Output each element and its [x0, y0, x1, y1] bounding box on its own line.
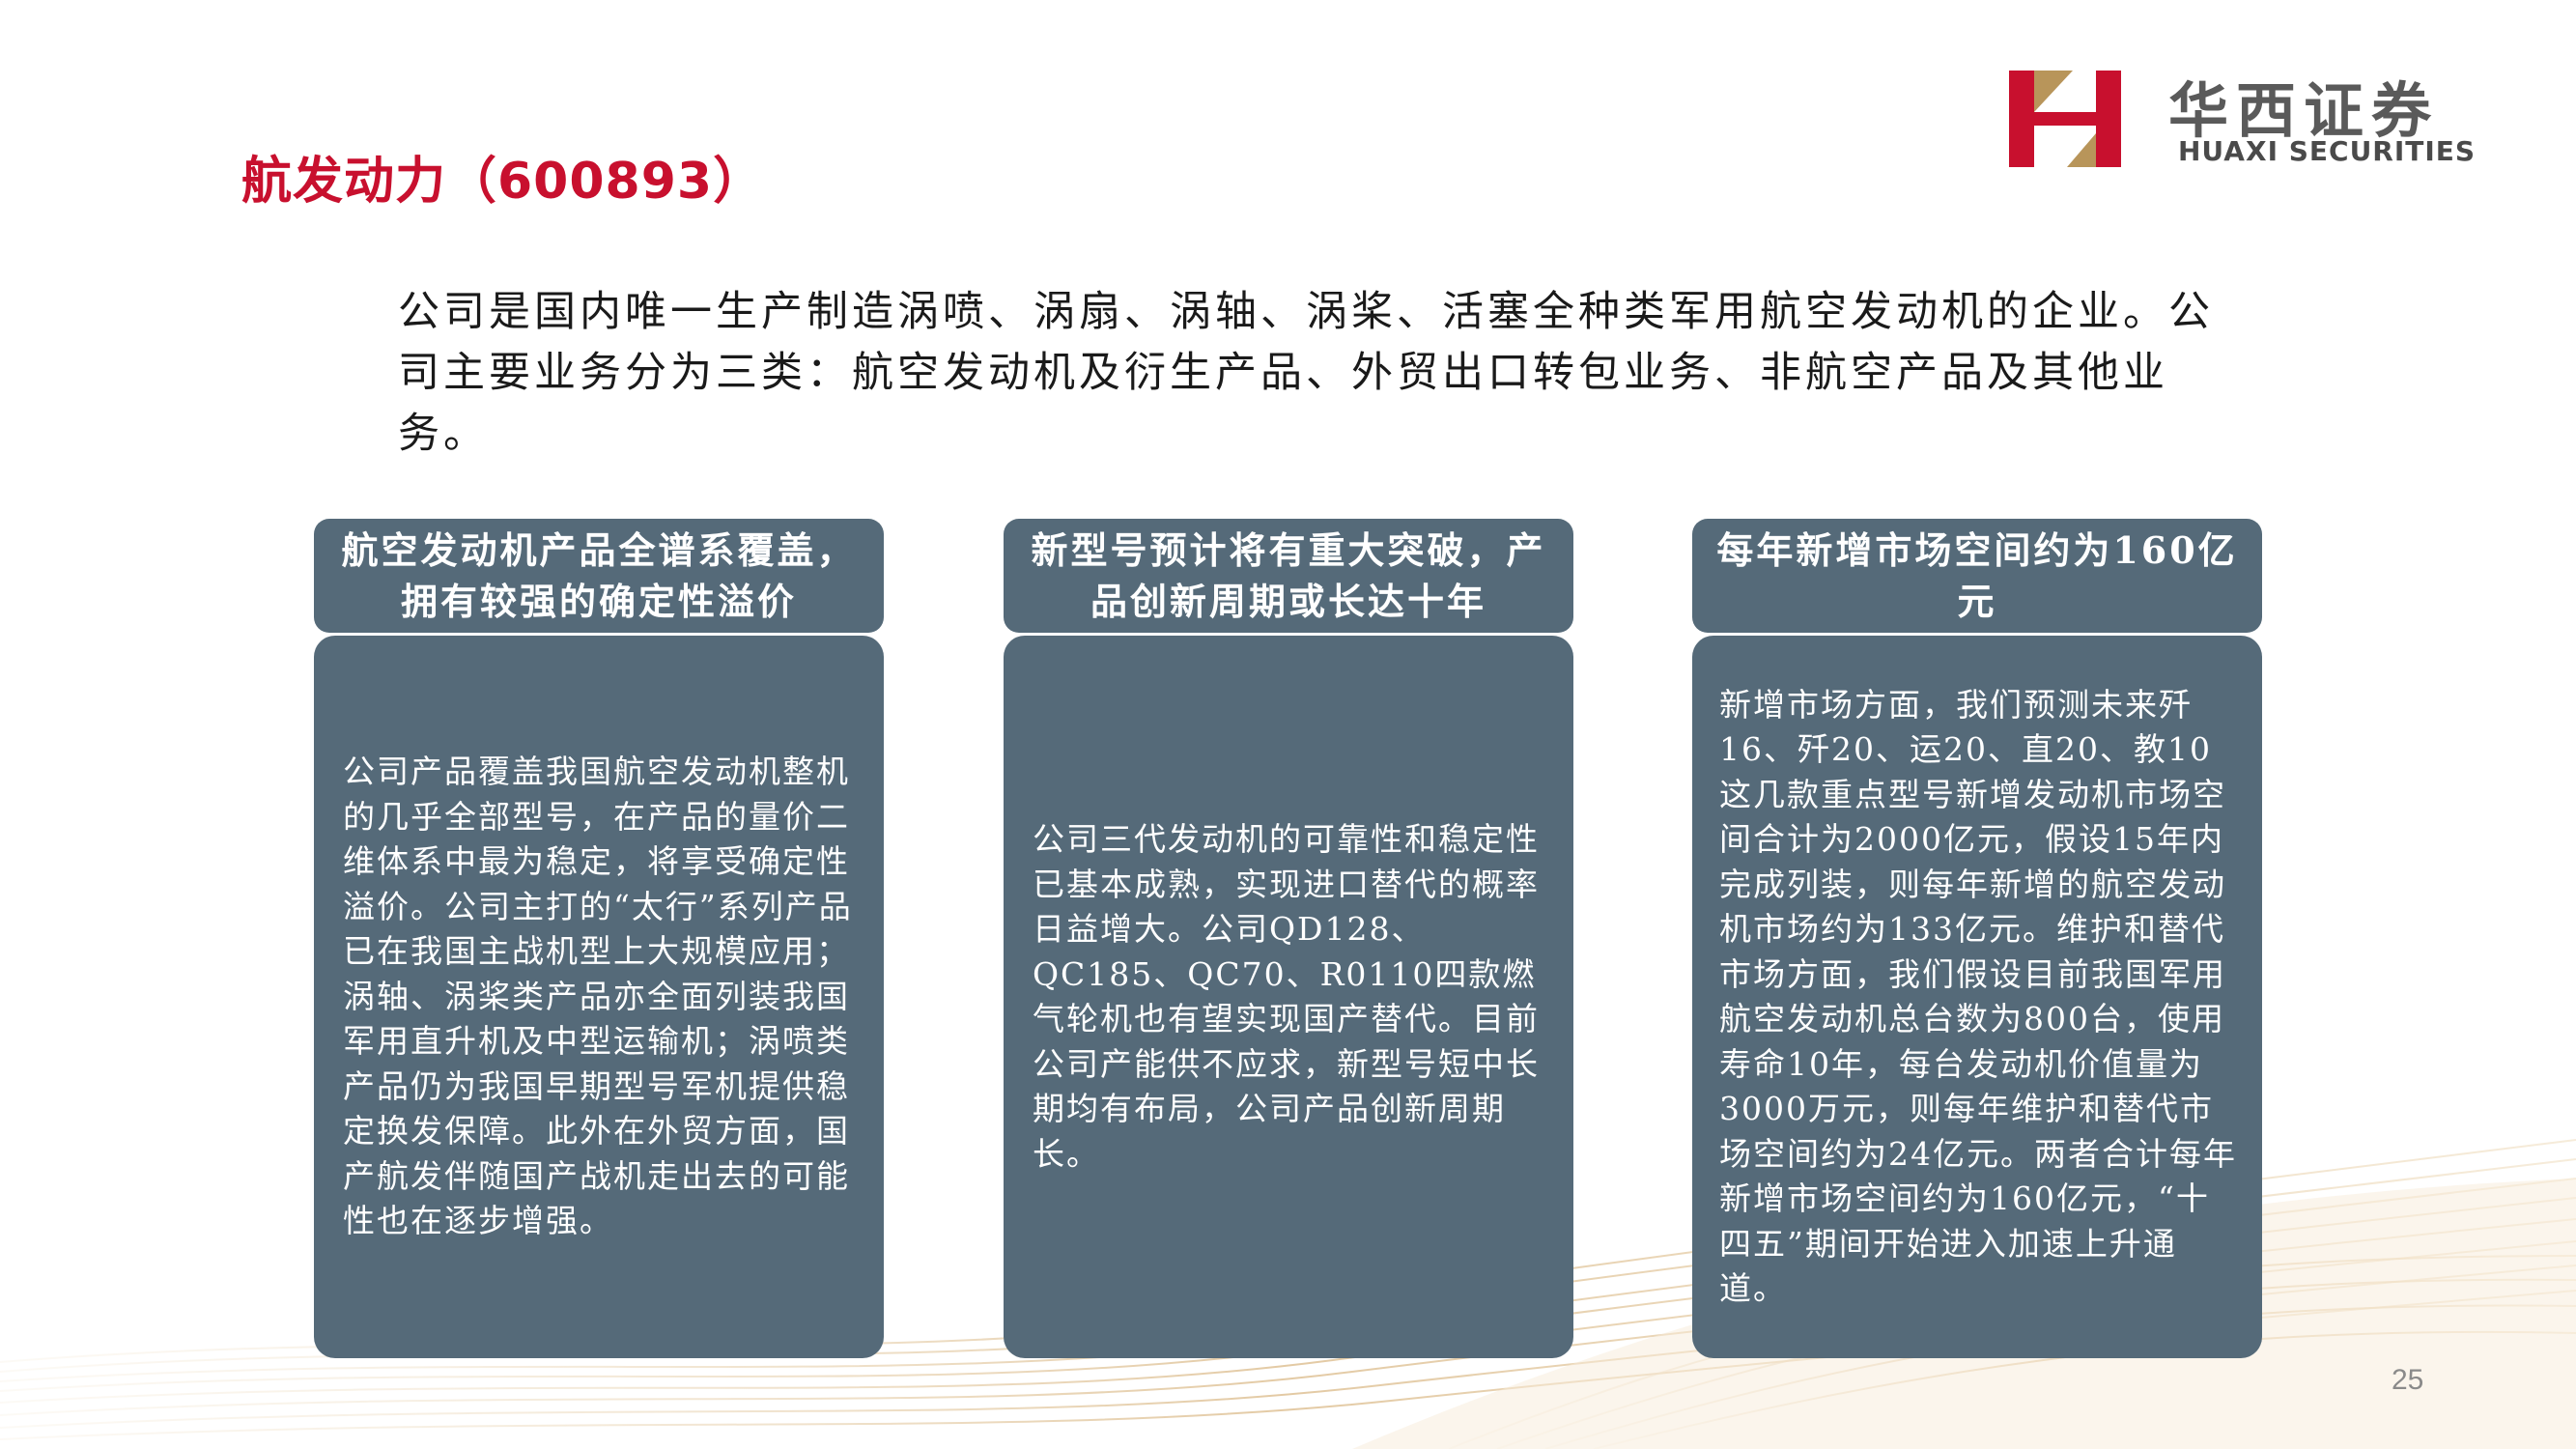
column-3-body-text: 新增市场方面，我们预测未来歼16、歼20、运20、直20、教10这几款重点型号新… [1719, 685, 2237, 1308]
column-3-body: 新增市场方面，我们预测未来歼16、歼20、运20、直20、教10这几款重点型号新… [1692, 636, 2262, 1358]
column-2-heading-text: 新型号预计将有重大突破，产品创新周期或长达十年 [1031, 528, 1546, 623]
column-1-heading-text: 航空发动机产品全谱系覆盖，拥有较强的确定性溢价 [341, 528, 857, 623]
column-3-heading-text: 每年新增市场空间约为160亿元 [1716, 528, 2238, 623]
logo-name-en: HUAXI SECURITIES [2178, 135, 2477, 167]
column-1-body-text: 公司产品覆盖我国航空发动机整机的几乎全部型号，在产品的量价二维体系中最为稳定，将… [343, 753, 853, 1240]
column-1-heading: 航空发动机产品全谱系覆盖，拥有较强的确定性溢价 [314, 519, 884, 633]
column-3-heading: 每年新增市场空间约为160亿元 [1692, 519, 2262, 633]
column-2-body-text: 公司三代发动机的可靠性和稳定性已基本成熟，实现进口替代的概率日益增大。公司QD1… [1033, 820, 1540, 1173]
page-number: 25 [2392, 1364, 2424, 1396]
column-2-heading: 新型号预计将有重大突破，产品创新周期或长达十年 [1004, 519, 1573, 633]
company-intro: 公司是国内唯一生产制造涡喷、涡扇、涡轴、涡桨、活塞全种类军用航空发动机的企业。公… [398, 288, 2214, 458]
column-1-body: 公司产品覆盖我国航空发动机整机的几乎全部型号，在产品的量价二维体系中最为稳定，将… [314, 636, 884, 1358]
column-2-body: 公司三代发动机的可靠性和稳定性已基本成熟，实现进口替代的概率日益增大。公司QD1… [1004, 636, 1573, 1358]
page-title: 航发动力（600893） [241, 153, 765, 211]
